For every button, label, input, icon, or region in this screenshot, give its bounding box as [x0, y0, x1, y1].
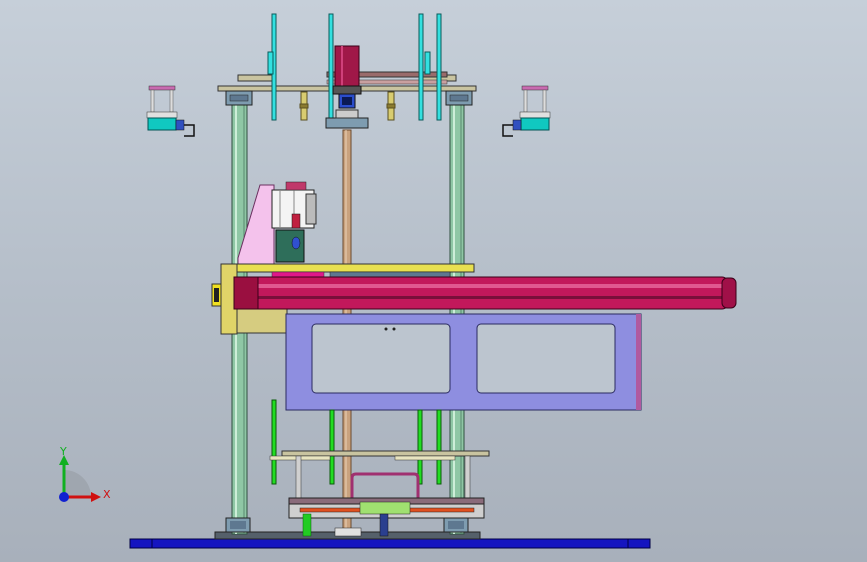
x-axis-label: X [103, 488, 111, 501]
y-axis-label: Y [59, 445, 67, 458]
coordinate-triad-icon: Y X [59, 445, 111, 502]
right-side-cylinder [502, 85, 551, 137]
base-plate [129, 531, 651, 549]
base-fixture [225, 497, 485, 537]
gripper-assembly [237, 181, 317, 269]
cad-viewport[interactable]: Y X [0, 0, 867, 562]
machine-assembly-drawing: Y X [59, 13, 737, 549]
linear-actuator [233, 276, 737, 310]
carriage-plate [285, 313, 642, 411]
left-side-cylinder [146, 85, 195, 137]
